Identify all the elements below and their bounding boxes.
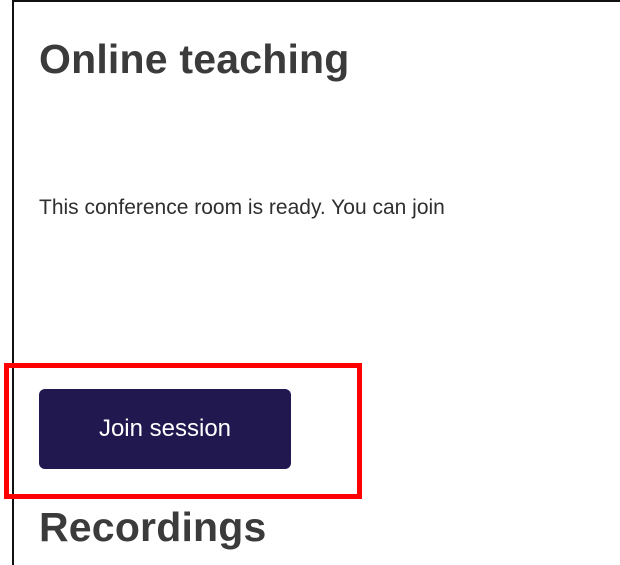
page-title: Online teaching xyxy=(39,36,350,82)
conference-room-status: This conference room is ready. You can j… xyxy=(39,196,445,219)
join-session-button[interactable]: Join session xyxy=(39,389,291,469)
recordings-heading: Recordings xyxy=(39,504,267,550)
